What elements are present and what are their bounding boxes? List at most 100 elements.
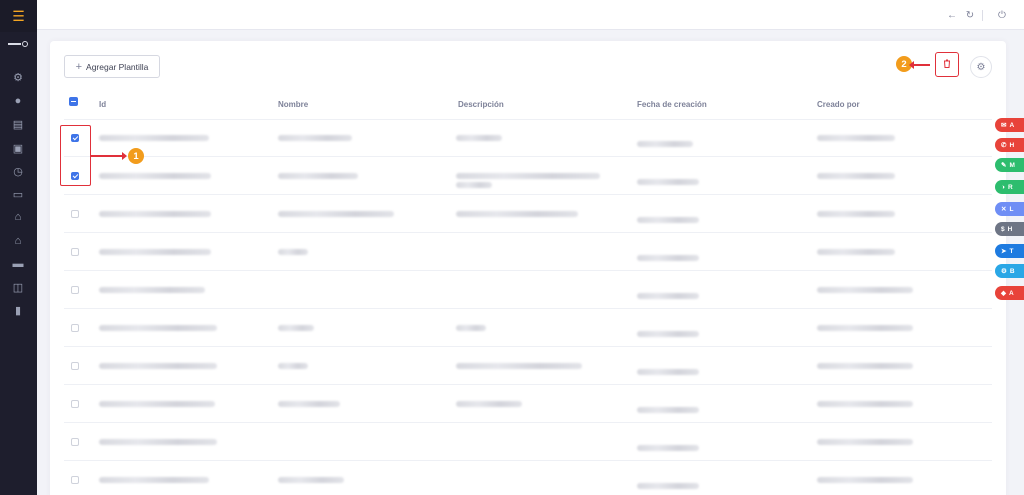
- document-list-icon[interactable]: ▤: [11, 117, 25, 131]
- floating-tab[interactable]: ✉ A: [995, 118, 1024, 132]
- table-row[interactable]: [50, 309, 1006, 347]
- bar-chart-icon[interactable]: ▮: [11, 303, 25, 317]
- table-row[interactable]: [50, 195, 1006, 233]
- column-header-description[interactable]: Descripción: [458, 100, 504, 109]
- cell-created-by-redacted: [817, 477, 913, 483]
- floating-tab-label: R: [1007, 183, 1013, 191]
- select-all-checkbox[interactable]: [69, 97, 78, 106]
- cell-created-date-redacted: [637, 331, 699, 337]
- cell-created-by-redacted: [817, 249, 895, 255]
- power-icon[interactable]: ⏻: [995, 8, 1009, 22]
- briefcase-icon[interactable]: ▭: [11, 187, 25, 201]
- row-checkbox[interactable]: [71, 324, 79, 332]
- row-checkbox[interactable]: [71, 362, 79, 370]
- cell-created-date-redacted: [637, 179, 699, 185]
- column-header-id[interactable]: Id: [99, 100, 106, 109]
- store-icon[interactable]: ⌂: [11, 210, 25, 224]
- floating-tab[interactable]: ✎ M: [995, 158, 1024, 172]
- cell-id-redacted: [99, 325, 217, 331]
- cell-description-redacted: [456, 363, 582, 369]
- cell-id-redacted: [99, 363, 217, 369]
- cell-name-redacted: [278, 249, 308, 255]
- presentation-icon[interactable]: ◫: [11, 280, 25, 294]
- back-arrow-icon[interactable]: ←: [945, 8, 959, 22]
- floating-tab[interactable]: ✆ H: [995, 138, 1024, 152]
- row-checkbox[interactable]: [71, 210, 79, 218]
- table-row[interactable]: [50, 233, 1006, 271]
- house-gear-icon[interactable]: ⌂: [11, 234, 25, 248]
- table-row[interactable]: [50, 423, 1006, 461]
- gear-icon[interactable]: ⚙: [11, 70, 25, 84]
- user-circle-icon[interactable]: ●: [11, 94, 25, 108]
- delete-button[interactable]: [935, 52, 959, 77]
- floating-tab[interactable]: ✕ L: [995, 202, 1024, 216]
- cell-name-redacted: [278, 477, 344, 483]
- brand-logo: [8, 41, 28, 47]
- refresh-icon[interactable]: ↻: [963, 8, 977, 22]
- cell-description-redacted: [456, 135, 502, 141]
- trash-icon: [943, 59, 951, 70]
- cell-name-redacted: [278, 401, 340, 407]
- floating-tab[interactable]: ◆ A: [995, 286, 1024, 300]
- floating-tab-icon: ➤: [1001, 248, 1007, 255]
- annotation-arrow-2: [912, 64, 930, 66]
- cell-created-by-redacted: [817, 325, 913, 331]
- row-checkbox[interactable]: [71, 286, 79, 294]
- cell-name-redacted: [278, 135, 352, 141]
- table-row[interactable]: [50, 385, 1006, 423]
- cell-description-redacted: [456, 211, 578, 217]
- clock-icon[interactable]: ◷: [11, 164, 25, 178]
- cell-id-redacted: [99, 135, 209, 141]
- floating-tab-label: M: [1009, 161, 1015, 169]
- cell-created-by-redacted: [817, 173, 895, 179]
- floating-tab-label: H: [1009, 141, 1015, 149]
- row-checkbox[interactable]: [71, 476, 79, 484]
- row-checkbox[interactable]: [71, 248, 79, 256]
- gear-icon: ⚙: [976, 61, 986, 73]
- top-bar: ← ↻ ⏻: [37, 0, 1024, 30]
- monitor-icon[interactable]: ▬: [11, 257, 25, 271]
- table-row[interactable]: [50, 347, 1006, 385]
- cell-id-redacted: [99, 439, 217, 445]
- row-checkbox[interactable]: [71, 400, 79, 408]
- annotation-arrowhead-1: [122, 152, 127, 160]
- floating-tab-icon: ⚙: [1001, 268, 1007, 275]
- cell-created-by-redacted: [817, 287, 913, 293]
- divider: [982, 10, 983, 21]
- floating-tab-icon: ✉: [1001, 122, 1007, 129]
- floating-tab[interactable]: ◑ R: [995, 180, 1024, 194]
- column-header-created-by[interactable]: Creado por: [817, 100, 860, 109]
- floating-tab-icon: ◆: [1001, 290, 1006, 297]
- id-card-icon[interactable]: ▣: [11, 141, 25, 155]
- settings-button[interactable]: ⚙: [970, 56, 992, 78]
- cell-created-by-redacted: [817, 135, 895, 141]
- floating-tab[interactable]: $ H: [995, 222, 1024, 236]
- hamburger-menu-icon[interactable]: ☰: [0, 0, 37, 32]
- floating-tab-icon: $: [1001, 225, 1005, 233]
- cell-name-redacted: [278, 211, 394, 217]
- table-row[interactable]: [50, 157, 1006, 195]
- cell-created-by-redacted: [817, 363, 913, 369]
- floating-tab[interactable]: ⚙ B: [995, 264, 1024, 278]
- column-header-created-date[interactable]: Fecha de creación: [637, 100, 707, 109]
- cell-id-redacted: [99, 249, 211, 255]
- plus-icon: +: [75, 60, 83, 73]
- annotation-arrowhead-2: [909, 61, 914, 69]
- cell-id-redacted: [99, 401, 215, 407]
- floating-tab[interactable]: ➤ T: [995, 244, 1024, 258]
- annotation-arrow-1: [91, 155, 124, 157]
- floating-tab-icon: ✕: [1001, 206, 1007, 213]
- cell-created-by-redacted: [817, 401, 913, 407]
- table-row[interactable]: [50, 271, 1006, 309]
- table-row[interactable]: [50, 461, 1006, 495]
- row-checkbox[interactable]: [71, 438, 79, 446]
- cell-name-redacted: [278, 363, 308, 369]
- column-header-name[interactable]: Nombre: [278, 100, 308, 109]
- cell-created-date-redacted: [637, 483, 699, 489]
- floating-tab-icon: ◑: [1001, 183, 1005, 191]
- floating-tab-icon: ✆: [1001, 142, 1007, 149]
- table-row[interactable]: [50, 119, 1006, 157]
- cell-description-redacted: [456, 325, 486, 331]
- cell-created-date-redacted: [637, 217, 699, 223]
- add-template-button[interactable]: + Agregar Plantilla: [64, 55, 160, 78]
